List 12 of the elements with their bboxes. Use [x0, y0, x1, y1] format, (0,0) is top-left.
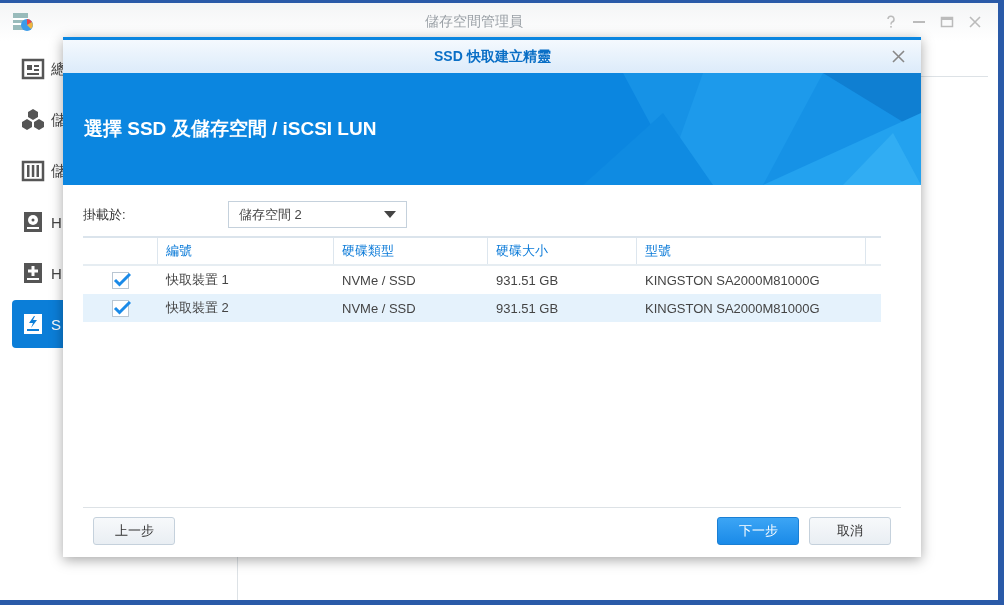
window-title: 儲存空間管理員 — [424, 13, 524, 31]
dialog-title: SSD 快取建立精靈 — [434, 47, 552, 66]
table-cell-text: 931.51 GB — [495, 272, 560, 288]
wizard-heading: 選擇 SSD 及儲存空間 / iSCSI LUN — [84, 117, 377, 141]
mount-label: 掛載於: — [83, 205, 127, 224]
table-cell-text: 快取裝置 1 — [165, 271, 230, 289]
table-cell-text: NVMe / SSD — [341, 272, 417, 288]
table-cell-text: KINGSTON SA2000M81000G — [644, 272, 821, 288]
table-cell-text: KINGSTON SA2000M81000G — [644, 300, 821, 316]
table-cell-text: 931.51 GB — [495, 300, 560, 316]
table-cell-text: NVMe / SSD — [341, 300, 417, 316]
table-cell-text: 快取裝置 2 — [165, 299, 230, 317]
